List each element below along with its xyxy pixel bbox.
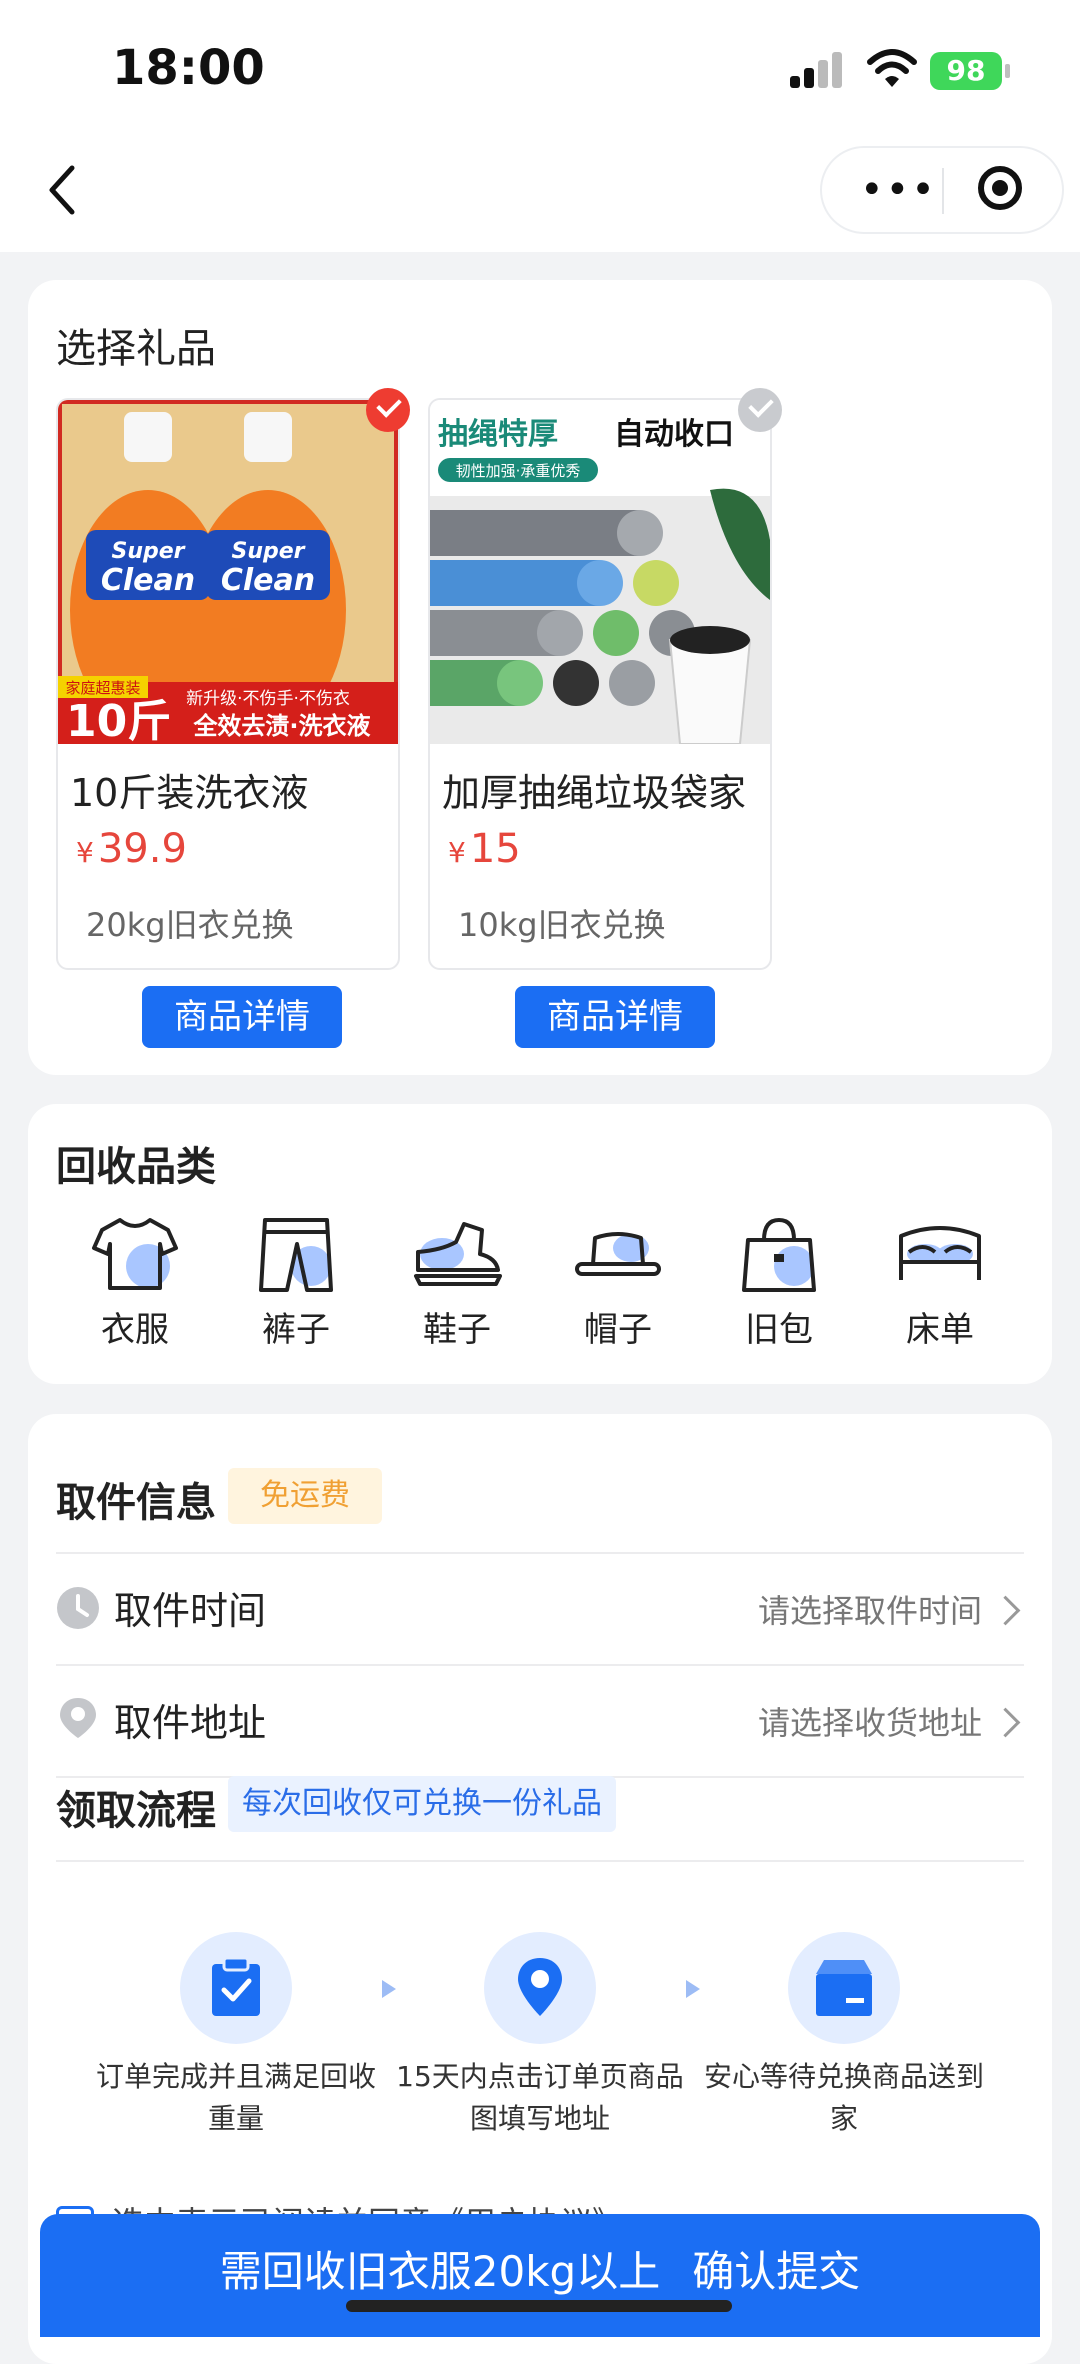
- pickup-time-selector[interactable]: 请选择取件时间: [758, 1586, 982, 1632]
- mini-program-capsule: •••: [820, 146, 1064, 234]
- gift-name: 加厚抽绳垃圾袋家: [442, 771, 747, 815]
- svg-text:Clean: Clean: [221, 563, 315, 598]
- clock-icon: [57, 1587, 99, 1629]
- chevron-right-icon[interactable]: [990, 1595, 1021, 1626]
- trash-bags-image: 抽绳特厚 自动收口 韧性加强·承重优秀: [430, 400, 770, 744]
- back-icon[interactable]: [44, 160, 84, 220]
- gift-price: ¥39.9: [76, 826, 187, 872]
- detergent-image: Super Clean Super Clean 家庭超惠装 10斤 新升级·不伤…: [58, 400, 398, 744]
- headline-sub: 韧性加强·承重优秀: [456, 462, 581, 480]
- category-label: 床单: [906, 1310, 974, 1350]
- divider: [56, 1552, 1024, 1554]
- package-box-icon: [816, 1960, 872, 2016]
- step-1-line2: 重量: [207, 2102, 264, 2135]
- step-3-line1: 安心等待兑换商品送到: [703, 2060, 984, 2093]
- gift-price: ¥15: [448, 826, 521, 872]
- clipboard-check-icon: [212, 1956, 260, 2016]
- gift-card: 选择礼品 Super Clean Super Clean 家庭超惠装 10斤 新…: [28, 280, 1052, 1075]
- pickup-address-selector[interactable]: 请选择收货地址: [758, 1698, 982, 1744]
- sub-tag: 新升级·不伤手·不伤衣: [186, 689, 350, 709]
- category-label: 鞋子: [423, 1310, 491, 1350]
- step-1-icon-wrap: [180, 1932, 292, 2044]
- category-card: 回收品类 衣服 裤子 鞋子 帽子 旧包 床单: [28, 1104, 1052, 1384]
- location-pin-icon: [518, 1958, 562, 2016]
- headline-left: 抽绳特厚: [438, 417, 558, 452]
- close-target-icon[interactable]: [978, 166, 1022, 210]
- shoe-icon: [414, 1222, 502, 1286]
- tshirt-icon: [92, 1218, 178, 1290]
- gift-detail-button[interactable]: 商品详情: [515, 986, 715, 1048]
- gift-name: 10斤装洗衣液: [70, 771, 309, 815]
- category-label: 衣服: [101, 1310, 169, 1350]
- location-icon: [60, 1698, 96, 1738]
- category-bedsheets[interactable]: 床单: [875, 1214, 1005, 1351]
- bed-icon: [899, 1226, 981, 1280]
- pickup-time-label: 取件时间: [114, 1589, 267, 1633]
- step-1-text: 订单完成并且满足回收 重量: [86, 2056, 386, 2140]
- big-tag: 10斤: [66, 696, 171, 744]
- pickup-section-title: 取件信息: [56, 1480, 216, 1526]
- price-value: 39.9: [97, 826, 187, 872]
- headline-right: 自动收口: [614, 417, 734, 452]
- pickup-address-label: 取件地址: [114, 1701, 267, 1745]
- price-value: 15: [469, 826, 521, 872]
- step-3-icon-wrap: [788, 1932, 900, 2044]
- flow-note-badge: 每次回收仅可兑换一份礼品: [228, 1776, 616, 1832]
- bag-icon: [742, 1217, 816, 1292]
- cellular-signal-icon: [790, 52, 844, 88]
- capsule-divider: [942, 168, 944, 214]
- gift-selected-check-icon[interactable]: [366, 388, 410, 432]
- flow-title: 领取流程: [56, 1788, 216, 1834]
- wifi-icon: [867, 49, 917, 87]
- hat-icon: [575, 1232, 661, 1276]
- category-label: 旧包: [745, 1310, 813, 1350]
- category-clothes[interactable]: 衣服: [70, 1214, 200, 1351]
- step-2-line1: 15天内点击订单页商品: [396, 2060, 684, 2093]
- svg-text:Super: Super: [231, 539, 305, 564]
- step-2-icon-wrap: [484, 1932, 596, 2044]
- submit-requirement-text: 需回收旧衣服20kg以上: [219, 2247, 661, 2296]
- category-section-title: 回收品类: [56, 1144, 216, 1190]
- battery-icon: 98: [930, 52, 1010, 90]
- gift-exchange-requirement: 20kg旧衣兑换: [86, 906, 294, 944]
- step-1-line1: 订单完成并且满足回收: [95, 2060, 376, 2093]
- gift-exchange-requirement: 10kg旧衣兑换: [458, 906, 666, 944]
- step-arrow-icon: [382, 1980, 396, 1998]
- step-3-text: 安心等待兑换商品送到 家: [694, 2056, 994, 2140]
- category-label: 裤子: [262, 1310, 330, 1350]
- category-label: 帽子: [584, 1310, 652, 1350]
- brand-line1: Super: [111, 539, 185, 564]
- currency-symbol: ¥: [76, 836, 94, 869]
- step-3-line2: 家: [829, 2102, 858, 2135]
- gift-detail-button[interactable]: 商品详情: [142, 986, 342, 1048]
- battery-level: 98: [946, 54, 986, 87]
- more-options-icon[interactable]: •••: [860, 170, 937, 210]
- step-2-line2: 图填写地址: [469, 2102, 610, 2135]
- divider: [56, 1860, 1024, 1862]
- category-bags[interactable]: 旧包: [714, 1214, 844, 1351]
- submit-confirm-text: 确认提交: [692, 2247, 861, 2296]
- gift-section-title: 选择礼品: [56, 326, 216, 372]
- category-pants[interactable]: 裤子: [231, 1214, 361, 1351]
- free-shipping-badge: 免运费: [228, 1468, 382, 1524]
- brand-line2: Clean: [101, 563, 195, 598]
- step-2-text: 15天内点击订单页商品 图填写地址: [390, 2056, 690, 2140]
- pants-icon: [259, 1218, 333, 1292]
- corner-tag: 家庭超惠装: [65, 679, 140, 697]
- main-tag: 全效去渍·洗衣液: [192, 712, 370, 740]
- gift-item-detergent[interactable]: Super Clean Super Clean 家庭超惠装 10斤 新升级·不伤…: [56, 388, 410, 970]
- divider: [56, 1664, 1024, 1666]
- top-bar: 18:00 98 •••: [0, 0, 1080, 252]
- currency-symbol: ¥: [448, 836, 466, 869]
- submit-button[interactable]: 需回收旧衣服20kg以上 确认提交: [40, 2214, 1040, 2337]
- home-indicator: [346, 2300, 732, 2312]
- chevron-right-icon[interactable]: [990, 1707, 1021, 1738]
- step-arrow-icon: [686, 1980, 700, 1998]
- gift-item-trash-bags[interactable]: 抽绳特厚 自动收口 韧性加强·承重优秀 加厚抽绳垃圾袋家 ¥ 15 10kg旧衣…: [428, 388, 782, 970]
- gift-unselected-check-icon[interactable]: [738, 388, 782, 432]
- category-shoes[interactable]: 鞋子: [392, 1214, 522, 1351]
- category-hats[interactable]: 帽子: [553, 1214, 683, 1351]
- status-time: 18:00: [112, 40, 265, 96]
